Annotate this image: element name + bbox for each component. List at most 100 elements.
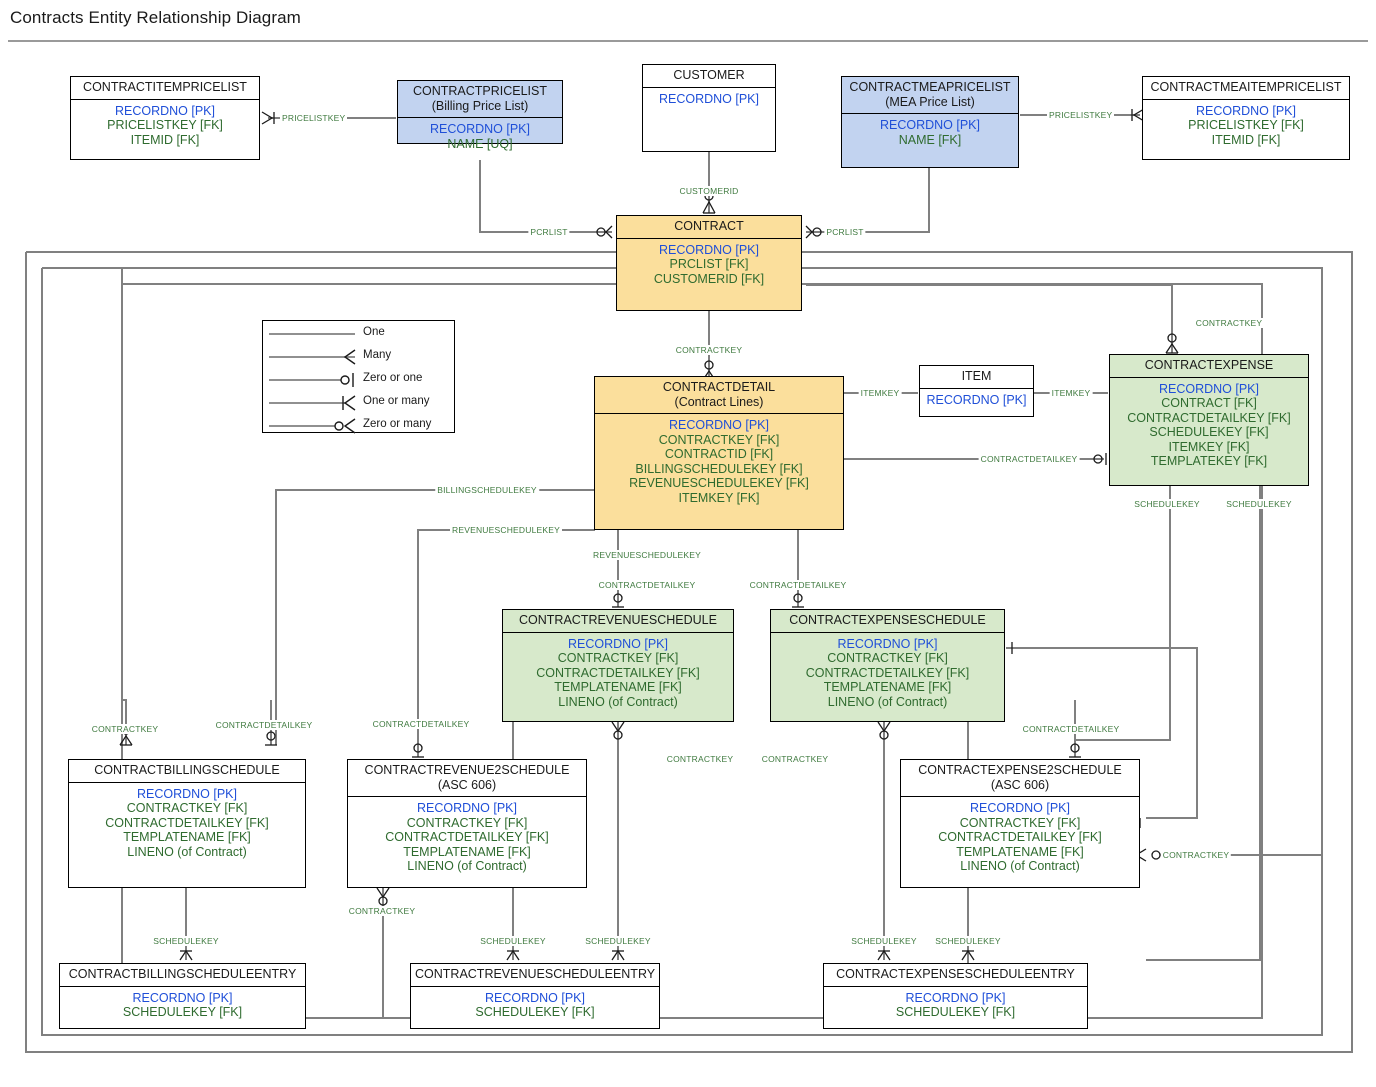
attribute: CONTRACTKEY [FK] [126,801,248,815]
edge-label-revenueschedulekey-1: REVENUESCHEDULEKEY [450,525,562,535]
attribute: RECORDNO [PK] [905,990,1006,1005]
edge-label-schedulekey-bill: SCHEDULEKEY [151,936,221,946]
entity-header: CONTRACTREVENUE2SCHEDULE (ASC 606) [348,760,586,797]
entity-title: CONTRACTDETAIL [662,380,776,394]
attribute: RECORDNO [PK] [658,242,759,257]
attribute: CONTRACTKEY [FK] [827,651,948,665]
legend-box: One Many Zero or one One or many Zero or… [262,320,455,434]
edge-label-contractdetailkey-bill: CONTRACTDETAILKEY [213,720,315,730]
entity-header: CONTRACTEXPENSESCHEDULE [771,610,1004,633]
edge-label-billingschedulekey: BILLINGSCHEDULEKEY [435,485,539,495]
attribute: SCHEDULEKEY [FK] [1149,425,1269,439]
entity-contractitempricelist[interactable]: CONTRACTITEMPRICELIST RECORDNO [PK] PRIC… [70,76,260,160]
entity-contractrevenue2schedule[interactable]: CONTRACTREVENUE2SCHEDULE (ASC 606) RECOR… [347,759,587,888]
attribute: RECORDNO [PK] [136,786,237,801]
entity-attributes: RECORDNO [PK] CONTRACT [FK] CONTRACTDETA… [1110,378,1308,475]
attribute: REVENUESCHEDULEKEY [FK] [629,476,809,490]
entity-attributes: RECORDNO [PK] SCHEDULEKEY [FK] [60,987,305,1026]
attribute: SCHEDULEKEY [FK] [122,1005,243,1019]
edge-label-contractkey-revsched: CONTRACTKEY [664,754,736,764]
entity-header: CUSTOMER [643,65,775,88]
attribute: RECORDNO [PK] [837,636,938,651]
edge-label-itemkey-1: ITEMKEY [858,388,902,398]
entity-contractexpense2schedule[interactable]: CONTRACTEXPENSE2SCHEDULE (ASC 606) RECOR… [900,759,1140,888]
entity-contractpricelist[interactable]: CONTRACTPRICELIST (Billing Price List) R… [397,80,563,151]
attribute: CONTRACTDETAILKEY [FK] [536,665,700,680]
edge-label-contractkey-rev2: CONTRACTKEY [346,906,418,916]
attribute: CONTRACTDETAILKEY [FK] [385,830,549,844]
zero-or-one-symbol-icon [269,373,354,387]
entity-title: CONTRACTMEAPRICELIST [849,80,1011,94]
attribute: RECORDNO [PK] [567,636,668,651]
attribute: PRICELISTKEY [FK] [107,118,223,132]
entity-title: CONTRACTEXPENSESCHEDULE [789,613,986,627]
entity-attributes: RECORDNO [PK] CONTRACTKEY [FK] CONTRACTI… [595,414,843,511]
entity-contractbillingscheduleentry[interactable]: CONTRACTBILLINGSCHEDULEENTRY RECORDNO [P… [59,963,306,1029]
edge-label-schedulekey-exp-4: SCHEDULEKEY [933,936,1003,946]
edge-label-pcrlist-1: PCRLIST [528,227,570,237]
attribute: RECORDNO [PK] [658,91,759,106]
entity-title: CONTRACTBILLINGSCHEDULE [94,763,280,777]
edge-label-schedulekey-exp-1: SCHEDULEKEY [1132,499,1202,509]
entity-title: CONTRACTITEMPRICELIST [83,80,247,94]
entity-contractrevenueschedule[interactable]: CONTRACTREVENUESCHEDULE RECORDNO [PK] CO… [502,609,734,722]
attribute: CONTRACT [FK] [1161,396,1257,410]
zero-or-many-symbol-icon [269,418,356,434]
attribute: SCHEDULEKEY [FK] [475,1005,595,1019]
edge-label-contractkey-expense: CONTRACTKEY [1193,318,1265,328]
entity-contractrevenuescheduleentry[interactable]: CONTRACTREVENUESCHEDULEENTRY RECORDNO [P… [410,963,660,1029]
entity-subtitle: (ASC 606) [437,777,497,792]
attribute: RECORDNO [PK] [484,990,585,1005]
edge-label-contractkey-exp2-right: CONTRACTKEY [1160,850,1232,860]
entity-title: CUSTOMER [673,68,745,82]
entity-contractbillingschedule[interactable]: CONTRACTBILLINGSCHEDULE RECORDNO [PK] CO… [68,759,306,888]
relationship-lines [25,108,1353,1053]
entity-customer[interactable]: CUSTOMER RECORDNO [PK] [642,64,776,152]
attribute: TEMPLATENAME [FK] [956,844,1084,859]
legend-row-one-or-many: One or many [263,393,454,413]
edge-label-itemkey-2: ITEMKEY [1049,388,1093,398]
entity-contractexpenseschedule[interactable]: CONTRACTEXPENSESCHEDULE RECORDNO [PK] CO… [770,609,1005,722]
edge-label-pricelistkey-1: PRICELISTKEY [280,113,348,123]
entity-subtitle: (ASC 606) [990,777,1050,792]
attribute: ITEMID [FK] [1211,132,1281,147]
entity-contractexpense[interactable]: CONTRACTEXPENSE RECORDNO [PK] CONTRACT [… [1109,354,1309,486]
entity-subtitle: (Billing Price List) [431,98,529,113]
attribute: TEMPLATENAME [FK] [554,680,682,694]
edge-label-customerid: CUSTOMERID [677,186,741,196]
attribute: RECORDNO [PK] [416,801,517,815]
attribute: RECORDNO [PK] [1158,381,1259,396]
entity-title: CONTRACTEXPENSESCHEDULEENTRY [836,967,1075,981]
entity-subtitle: (Contract Lines) [674,394,764,409]
entity-title: CONTRACTBILLINGSCHEDULEENTRY [68,967,297,981]
entity-header: CONTRACT [617,216,801,239]
entity-header: CONTRACTREVENUESCHEDULE [503,610,733,633]
attribute: ITEMKEY [FK] [678,490,760,505]
edge-label-contractkey-expsched: CONTRACTKEY [759,754,831,764]
legend-label: Zero or many [363,418,432,430]
attribute: ITEMKEY [FK] [1168,439,1250,454]
entity-contractdetail[interactable]: CONTRACTDETAIL (Contract Lines) RECORDNO… [594,376,844,530]
entity-title: CONTRACTREVENUESCHEDULE [519,613,717,627]
entity-contractexpensescheduleentry[interactable]: CONTRACTEXPENSESCHEDULEENTRY RECORDNO [P… [823,963,1088,1029]
attribute: PRICELISTKEY [FK] [1188,118,1304,132]
attribute: TEMPLATENAME [FK] [403,844,531,859]
legend-label: Zero or one [363,372,423,384]
edge-label-contractdetailkey-rev2: CONTRACTDETAILKEY [370,719,472,729]
entity-title: CONTRACTREVENUESCHEDULEENTRY [415,967,656,981]
attribute: CONTRACTDETAILKEY [FK] [938,830,1102,844]
entity-item[interactable]: ITEM RECORDNO [PK] [919,365,1034,417]
edge-label-contractdetailkey-expense: CONTRACTDETAILKEY [978,454,1080,464]
attribute: CONTRACTDETAILKEY [FK] [105,815,269,830]
attribute: CONTRACTID [FK] [664,447,774,461]
entity-header: CONTRACTBILLINGSCHEDULE [69,760,305,783]
edge-label-contractkey-bill: CONTRACTKEY [89,724,161,734]
entity-header: CONTRACTEXPENSE2SCHEDULE (ASC 606) [901,760,1139,797]
entity-header: ITEM [920,366,1033,389]
entity-contractmeapricelist[interactable]: CONTRACTMEAPRICELIST (MEA Price List) RE… [841,76,1019,168]
entity-contract[interactable]: CONTRACT RECORDNO [PK] PRCLIST [FK] CUST… [616,215,802,311]
entity-header: CONTRACTMEAPRICELIST (MEA Price List) [842,77,1018,114]
entity-contractmeaitempricelist[interactable]: CONTRACTMEAITEMPRICELIST RECORDNO [PK] P… [1142,76,1350,160]
attribute: CONTRACTKEY [FK] [658,432,780,447]
entity-attributes: RECORDNO [PK] CONTRACTKEY [FK] CONTRACTD… [348,797,586,880]
